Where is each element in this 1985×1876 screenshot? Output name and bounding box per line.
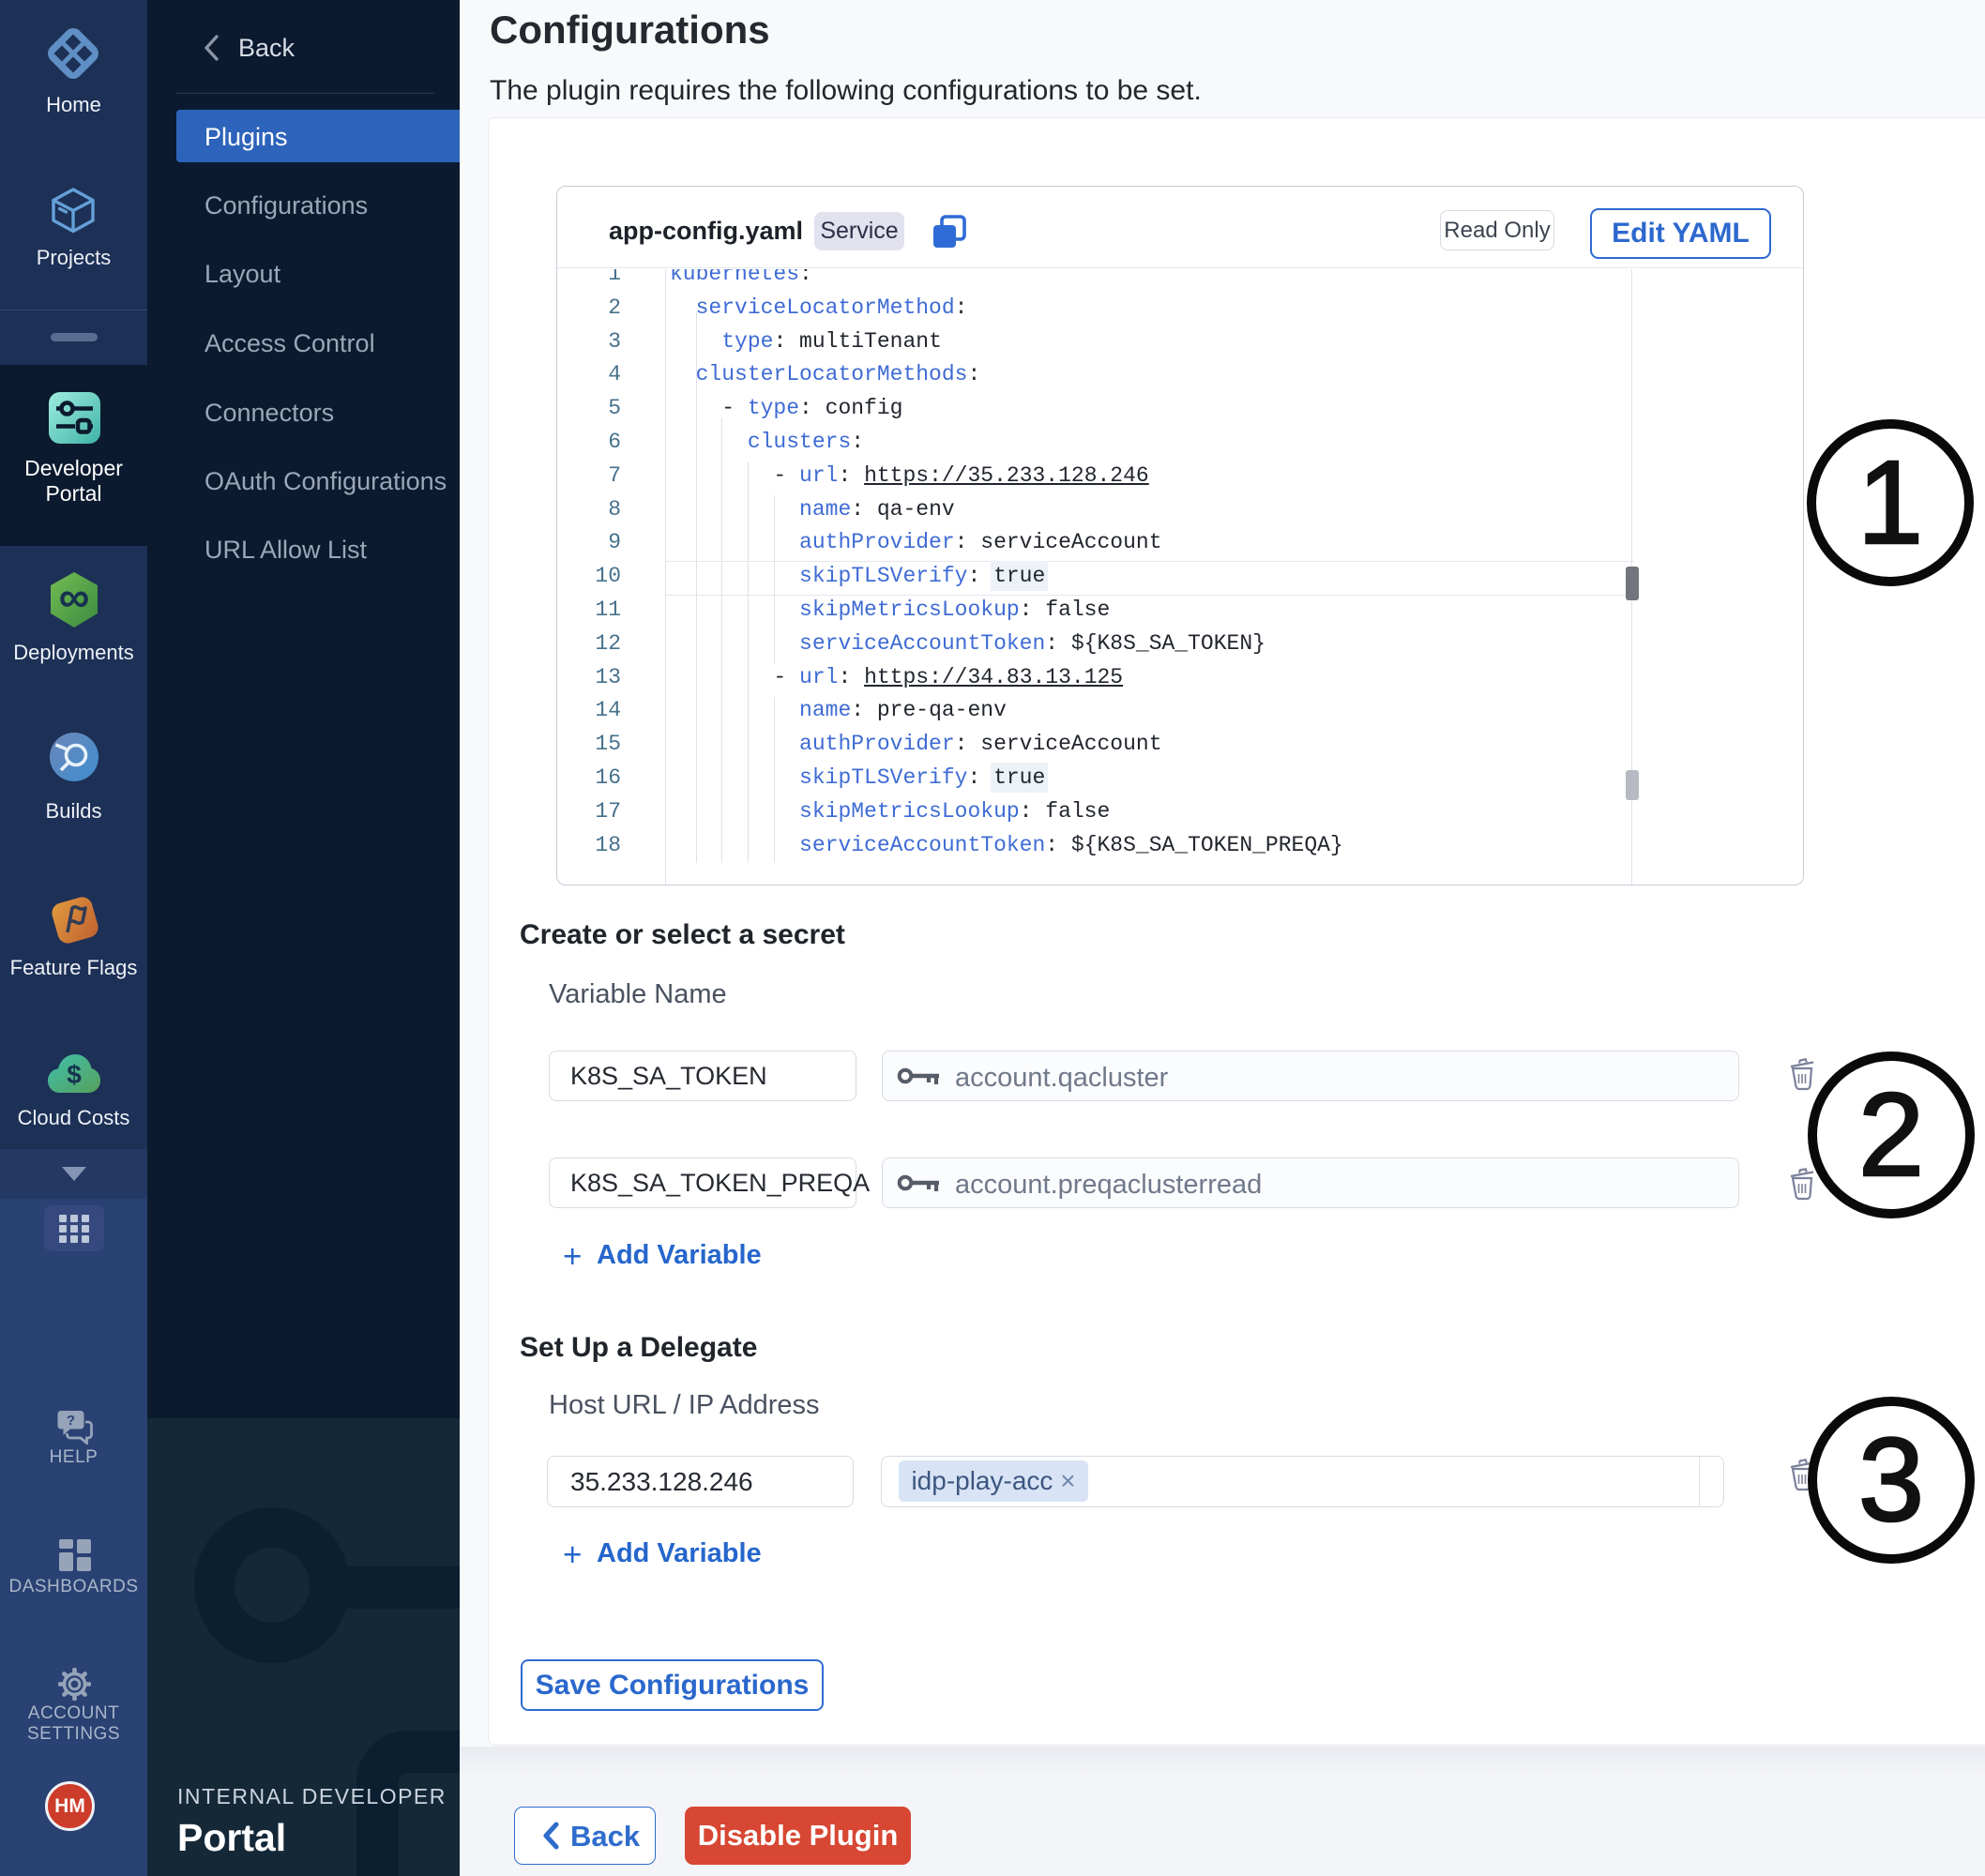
svg-text:$: $ — [67, 1060, 82, 1089]
svg-text:?: ? — [67, 1413, 75, 1429]
svg-text:∞: ∞ — [59, 572, 90, 621]
